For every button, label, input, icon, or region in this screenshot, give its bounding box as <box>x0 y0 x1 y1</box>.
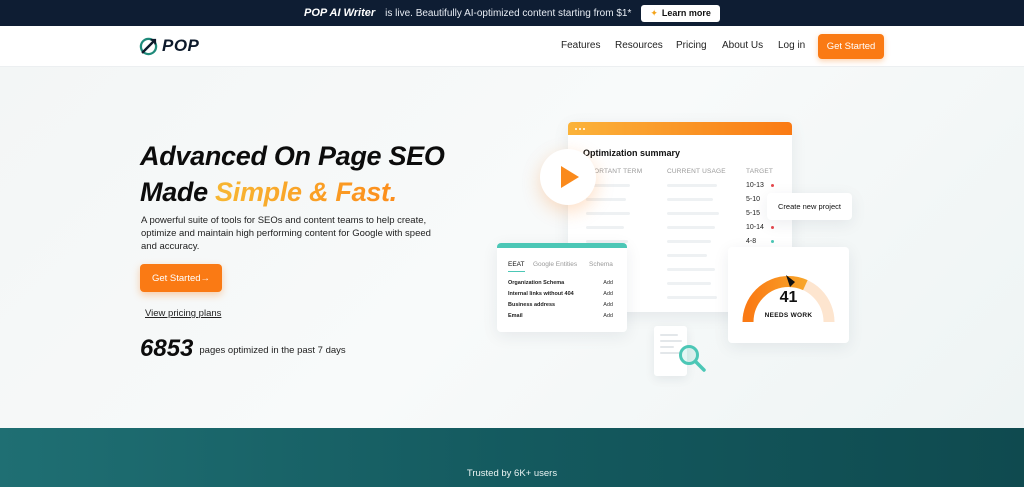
placeholder-bar <box>667 240 711 243</box>
doc-line <box>660 340 682 342</box>
eeat-row-add: Add <box>603 280 613 286</box>
placeholder-bar <box>586 226 624 229</box>
target-value: 4-8 <box>746 238 757 245</box>
hero-headline: Advanced On Page SEO Made Simple & Fast. <box>140 138 445 210</box>
magnifier-icon <box>679 345 706 372</box>
top-nav: POP Features Resources Pricing About Us … <box>0 26 1024 67</box>
placeholder-bar <box>667 282 711 285</box>
active-tab-underline <box>508 271 525 272</box>
doc-line <box>660 346 674 348</box>
eeat-row-add: Add <box>603 313 613 319</box>
counter-value: 6853 <box>140 335 194 362</box>
placeholder-bar <box>667 226 715 229</box>
announcement-message: is live. Beautifully AI-optimized conten… <box>385 7 632 19</box>
eeat-row: Internal links without 404 Add <box>508 291 616 297</box>
eeat-row-add: Add <box>603 291 613 297</box>
target-value: 5-10 <box>746 196 761 203</box>
counter-label: pages optimized in the past 7 days <box>199 345 346 356</box>
eeat-row-label: Business address <box>508 302 556 308</box>
placeholder-bar <box>586 212 630 215</box>
gauge-value: 41 <box>779 289 798 306</box>
placeholder-bar <box>667 212 719 215</box>
logo[interactable]: POP <box>139 36 199 56</box>
eeat-row: Email Add <box>508 313 616 319</box>
column-header-target: TARGET <box>746 168 774 175</box>
eeat-card: EEAT Google Entities Schema Organization… <box>497 243 627 332</box>
window-dot <box>583 127 585 130</box>
announcement-brand: POP AI Writer <box>304 7 376 19</box>
learn-more-label: Learn more <box>661 8 711 18</box>
window-dot <box>575 127 577 130</box>
eeat-row-label: Internal links without 404 <box>508 291 574 297</box>
placeholder-bar <box>667 254 707 257</box>
trusted-band: Trusted by 6K+ users <box>0 428 1024 487</box>
placeholder-bar <box>586 198 626 201</box>
nav-link-features[interactable]: Features <box>561 40 600 51</box>
learn-more-button[interactable]: ✦ Learn more <box>641 4 720 22</box>
target-value: 10-13 <box>746 182 764 189</box>
nav-link-pricing[interactable]: Pricing <box>676 40 707 51</box>
tab-schema: Schema <box>589 261 613 268</box>
summary-title: Optimization summary <box>583 148 681 158</box>
column-header-term: ORTANT TERM <box>594 168 643 175</box>
headline-line-1: Advanced On Page SEO <box>140 141 445 171</box>
headline-accent: Simple & Fast. <box>215 177 397 207</box>
headline-line-2: Made Simple & Fast. <box>140 174 445 210</box>
nav-link-log-in[interactable]: Log in <box>778 40 805 51</box>
placeholder-bar <box>667 198 713 201</box>
create-new-project-card: Create new project <box>767 193 852 220</box>
eeat-row: Organization Schema Add <box>508 280 616 286</box>
placeholder-bar <box>667 268 715 271</box>
target-value: 10-14 <box>746 224 764 231</box>
placeholder-bar <box>667 184 717 187</box>
hero-section: Advanced On Page SEO Made Simple & Fast.… <box>0 67 1024 428</box>
gauge-label: NEEDS WORK <box>764 312 813 319</box>
eeat-row-label: Email <box>508 313 523 319</box>
target-value: 5-15 <box>746 210 761 217</box>
trusted-text: Trusted by 6K+ users <box>466 468 558 479</box>
hero-description: A powerful suite of tools for SEOs and c… <box>141 215 431 252</box>
status-dot-red <box>771 184 774 187</box>
eeat-row: Business address Add <box>508 302 616 308</box>
eeat-row-add: Add <box>603 302 613 308</box>
pages-counter: 6853 pages optimized in the past 7 days <box>140 335 346 363</box>
doc-line <box>660 334 678 336</box>
pop-logo-icon <box>139 37 158 55</box>
tab-google-entities: Google Entities <box>533 261 578 268</box>
status-dot-red <box>771 226 774 229</box>
sparkle-icon: ✦ <box>650 7 658 18</box>
eeat-card-accent <box>497 243 627 248</box>
summary-titlebar <box>568 122 792 135</box>
tab-eeat: EEAT <box>508 261 525 268</box>
score-gauge-card: 41 NEEDS WORK <box>728 247 849 343</box>
status-dot-teal <box>771 240 774 243</box>
view-pricing-link[interactable]: View pricing plans <box>145 308 221 319</box>
get-started-hero-button[interactable]: Get Started→ <box>140 264 222 292</box>
eeat-row-label: Organization Schema <box>508 280 565 286</box>
headline-prefix: Made <box>140 177 216 207</box>
announcement-bar: POP AI Writer is live. Beautifully AI-op… <box>0 0 1024 26</box>
get-started-nav-button[interactable]: Get Started <box>818 34 884 59</box>
logo-text: POP <box>162 36 200 55</box>
nav-link-about-us[interactable]: About Us <box>722 40 763 51</box>
placeholder-bar <box>667 296 717 299</box>
nav-link-resources[interactable]: Resources <box>615 40 663 51</box>
column-header-usage: CURRENT USAGE <box>667 168 726 175</box>
window-dot <box>579 127 581 130</box>
play-video-button[interactable] <box>540 149 596 205</box>
play-icon <box>561 166 579 188</box>
